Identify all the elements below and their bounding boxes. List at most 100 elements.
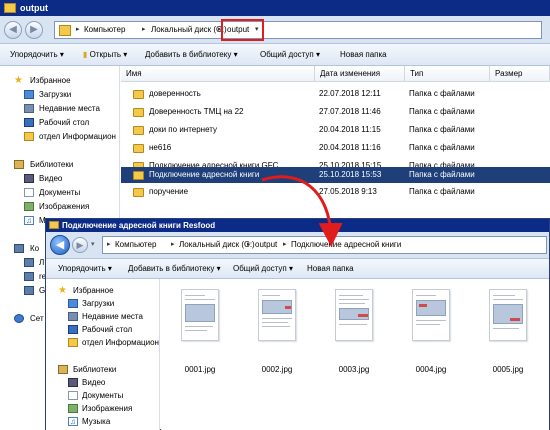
file-thumbnail[interactable] bbox=[177, 289, 223, 349]
nav-recent[interactable]: Недавние места bbox=[24, 102, 100, 115]
back-button[interactable]: ◀ bbox=[50, 235, 70, 255]
nav-desktop[interactable]: Рабочий стол bbox=[24, 116, 89, 129]
table-row[interactable]: доки по интернету 20.04.2018 11:15 Папка… bbox=[121, 122, 550, 138]
table-row[interactable]: не616 20.04.2018 11:16 Папка с файлами bbox=[121, 140, 550, 156]
file-thumbnail[interactable] bbox=[408, 289, 454, 349]
nav-desktop[interactable]: Рабочий стол bbox=[68, 323, 132, 336]
breadcrumb-drive[interactable]: Локальный диск (C:) bbox=[151, 25, 227, 34]
document-thumbnail-icon bbox=[489, 289, 527, 341]
document-thumbnail-icon bbox=[258, 289, 296, 341]
folder-icon bbox=[49, 221, 59, 229]
breadcrumb-current-folder[interactable]: Подключение адресной книги bbox=[291, 240, 401, 249]
star-icon: ★ bbox=[14, 75, 23, 86]
folder-icon bbox=[133, 90, 144, 99]
nav-network[interactable]: Сет bbox=[14, 312, 44, 325]
video-icon bbox=[24, 174, 34, 183]
nav-music[interactable]: ♫ Музыка bbox=[68, 415, 110, 428]
downloads-icon bbox=[24, 90, 34, 99]
new-folder-button[interactable]: Новая папка bbox=[307, 259, 354, 279]
breadcrumb-computer[interactable]: Компьютер bbox=[115, 240, 156, 249]
nav-libraries[interactable]: Библиотеки bbox=[58, 363, 116, 376]
nav-images[interactable]: Изображения bbox=[24, 200, 89, 213]
nav-libraries[interactable]: Библиотеки bbox=[14, 158, 73, 171]
nav-documents[interactable]: Документы bbox=[68, 389, 123, 402]
computer-icon bbox=[14, 244, 24, 253]
star-icon: ★ bbox=[58, 285, 67, 296]
window-title-bar: output bbox=[0, 0, 550, 16]
file-thumbnails-view: 0001.jpg 0002.jpg 0003.jpg 0004.jpg 0005… bbox=[161, 279, 549, 430]
navigation-pane: ★ Избранное Загрузки Недавние места Рабо… bbox=[46, 279, 160, 430]
nav-recent[interactable]: Недавние места bbox=[68, 310, 143, 323]
nav-downloads[interactable]: Загрузки bbox=[68, 297, 114, 310]
libraries-icon bbox=[58, 365, 68, 374]
table-row[interactable]: поручение 27.05.2018 9:13 Папка с файлам… bbox=[121, 184, 550, 200]
nav-favorites[interactable]: ★ Избранное bbox=[14, 74, 71, 87]
share-button[interactable]: Общий доступ ▾ bbox=[233, 259, 293, 279]
folder-icon bbox=[24, 132, 34, 141]
nav-downloads[interactable]: Загрузки bbox=[24, 88, 71, 101]
organize-button[interactable]: Упорядочить ▾ bbox=[58, 259, 112, 279]
history-dropdown-icon[interactable]: ▾ bbox=[91, 240, 95, 248]
folder-icon bbox=[4, 3, 16, 13]
document-thumbnail-icon bbox=[181, 289, 219, 341]
add-to-library-button[interactable]: Добавить в библиотеку ▾ bbox=[145, 44, 238, 66]
images-icon bbox=[24, 202, 34, 211]
nav-images[interactable]: Изображения bbox=[68, 402, 132, 415]
organize-button[interactable]: Упорядочить ▾ bbox=[10, 44, 64, 66]
forward-button[interactable]: ▶ bbox=[25, 21, 43, 39]
column-type[interactable]: Тип bbox=[405, 66, 490, 82]
file-thumbnail[interactable] bbox=[331, 289, 377, 349]
file-name[interactable]: 0003.jpg bbox=[324, 365, 384, 374]
chevron-right-icon: ▸ bbox=[247, 241, 251, 248]
open-button[interactable]: ▮ Открыть ▾ bbox=[83, 44, 127, 66]
open-icon: ▮ bbox=[83, 50, 88, 59]
nav-dept-folder[interactable]: отдел Информацион bbox=[68, 336, 159, 349]
breadcrumb-drive[interactable]: Локальный диск (C:) bbox=[179, 240, 255, 249]
table-row[interactable]: Доверенность ТМЦ на 22 27.07.2018 11:46 … bbox=[121, 104, 550, 120]
document-thumbnail-icon bbox=[335, 289, 373, 341]
address-bar[interactable]: ▸ Компьютер ▸ Локальный диск (C:) ▸ outp… bbox=[54, 21, 542, 39]
folder-icon bbox=[133, 108, 144, 117]
folder-icon bbox=[59, 25, 71, 36]
chevron-right-icon: ▸ bbox=[76, 26, 80, 33]
chevron-right-icon: ▸ bbox=[107, 241, 111, 248]
nav-music[interactable]: ♫ М bbox=[24, 214, 46, 227]
recent-places-icon bbox=[24, 104, 34, 113]
file-name[interactable]: 0001.jpg bbox=[170, 365, 230, 374]
share-button[interactable]: Общий доступ ▾ bbox=[260, 44, 320, 66]
nav-computer[interactable]: Ко bbox=[14, 242, 39, 255]
recent-places-icon bbox=[68, 312, 78, 321]
forward-button[interactable]: ▶ bbox=[72, 237, 88, 253]
nav-local-drive[interactable]: Л bbox=[24, 256, 44, 269]
column-name[interactable]: Имя bbox=[121, 66, 315, 82]
folder-icon bbox=[133, 188, 144, 197]
column-date-modified[interactable]: Дата изменения bbox=[315, 66, 405, 82]
nav-documents[interactable]: Документы bbox=[24, 186, 80, 199]
nav-drive-g[interactable]: G bbox=[24, 284, 45, 297]
file-name[interactable]: 0002.jpg bbox=[247, 365, 307, 374]
back-button[interactable]: ◀ bbox=[4, 21, 22, 39]
breadcrumb-computer[interactable]: Компьютер bbox=[84, 25, 125, 34]
new-folder-button[interactable]: Новая папка bbox=[340, 44, 387, 66]
address-bar[interactable]: ▸ Компьютер ▸ Локальный диск (C:) ▸ outp… bbox=[102, 236, 547, 254]
breadcrumb-output[interactable]: output bbox=[255, 240, 277, 249]
table-row[interactable]: доверенность 22.07.2018 12:11 Папка с фа… bbox=[121, 86, 550, 102]
table-row-selected[interactable]: Подключение адресной книги 25.10.2018 15… bbox=[121, 167, 550, 183]
nav-video[interactable]: Видео bbox=[24, 172, 62, 185]
downloads-icon bbox=[68, 299, 78, 308]
nav-video[interactable]: Видео bbox=[68, 376, 105, 389]
add-to-library-button[interactable]: Добавить в библиотеку ▾ bbox=[128, 259, 221, 279]
chevron-right-icon: ▸ bbox=[142, 26, 146, 33]
folder-icon bbox=[133, 126, 144, 135]
document-thumbnail-icon bbox=[412, 289, 450, 341]
file-name[interactable]: 0004.jpg bbox=[401, 365, 461, 374]
file-name[interactable]: 0005.jpg bbox=[478, 365, 538, 374]
file-thumbnail[interactable] bbox=[254, 289, 300, 349]
column-size[interactable]: Размер bbox=[490, 66, 550, 82]
nav-favorites[interactable]: ★ Избранное bbox=[58, 284, 114, 297]
network-drive-icon bbox=[24, 286, 34, 295]
nav-dept-folder[interactable]: отдел Информацион bbox=[24, 130, 116, 143]
chevron-right-icon: ▸ bbox=[171, 241, 175, 248]
file-thumbnail[interactable] bbox=[485, 289, 531, 349]
nav-drive-re[interactable]: re bbox=[24, 270, 46, 283]
